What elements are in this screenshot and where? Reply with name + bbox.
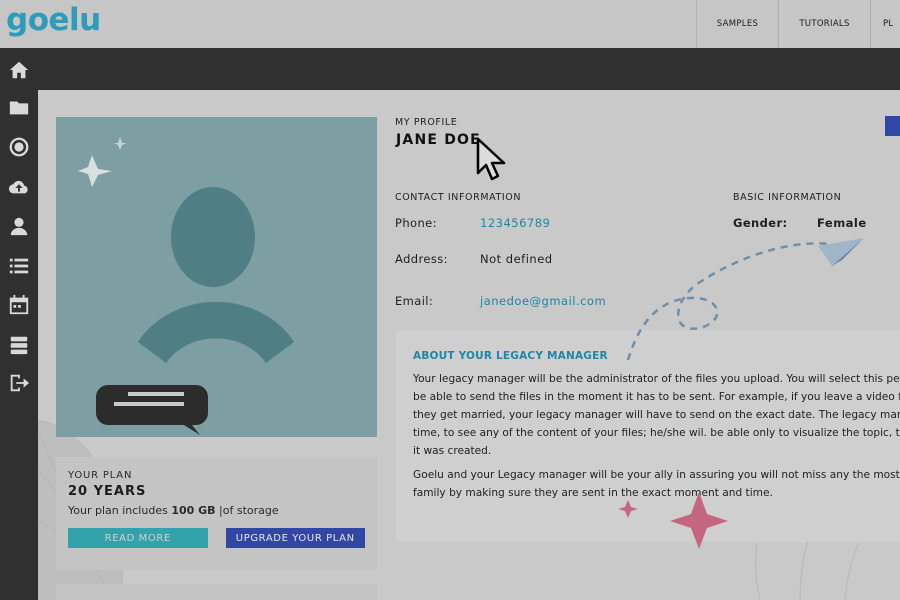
legacy-line: they get married, your legacy manager wi…: [413, 409, 900, 421]
home-icon[interactable]: [7, 58, 31, 82]
logout-icon[interactable]: [7, 371, 31, 395]
paper-plane-icon: [818, 238, 864, 266]
contact-info-label: CONTACT INFORMATION: [395, 192, 522, 203]
upgrade-plan-button[interactable]: UPGRADE YOUR PLAN: [225, 528, 365, 548]
plan-description: Your plan includes 100 GB |of storage: [68, 504, 365, 517]
toolbar-strip: [0, 48, 900, 90]
plan-label: YOUR PLAN: [68, 470, 133, 481]
cloud-upload-icon[interactable]: [7, 175, 31, 199]
sparkle-icon: [78, 155, 112, 187]
top-nav: SAMPLES TUTORIALS PL: [696, 0, 900, 48]
basic-info-label: BASIC INFORMATION: [733, 192, 842, 203]
plan-storage: 100 GB: [171, 504, 216, 517]
legacy-line: Goelu and your Legacy manager will be yo…: [413, 469, 900, 481]
folder-icon[interactable]: [7, 95, 31, 119]
email-value[interactable]: janedoe@gmail.com: [480, 294, 606, 308]
read-more-button[interactable]: READ MORE: [68, 528, 208, 548]
gender-label: Gender:: [733, 216, 788, 230]
legacy-paragraph-2: Goelu and your Legacy manager will be yo…: [413, 466, 900, 502]
legacy-line: family by making sure they are sent in t…: [413, 487, 773, 499]
legacy-line: Your legacy manager will be the administ…: [413, 373, 900, 385]
nav-tutorials[interactable]: TUTORIALS: [778, 0, 870, 48]
legacy-manager-box: ABOUT YOUR LEGACY MANAGER Your legacy ma…: [396, 330, 900, 542]
profile-name: JANE DOE: [396, 132, 481, 148]
record-icon[interactable]: [7, 135, 31, 159]
legacy-line: time, to see any of the content of your …: [413, 427, 900, 439]
plan-desc-suffix: |of storage: [215, 504, 279, 517]
nav-plans[interactable]: PL: [870, 0, 900, 48]
mouse-cursor-icon: [476, 137, 506, 181]
storage-icon[interactable]: [7, 333, 31, 357]
profile-section-label: MY PROFILE: [395, 117, 458, 128]
sidebar: [0, 48, 38, 600]
user-icon[interactable]: [7, 214, 31, 238]
secondary-card: [56, 584, 377, 600]
plan-term: 20 YEARS: [68, 484, 147, 499]
legacy-line: it was created.: [413, 445, 492, 457]
address-label: Address:: [395, 252, 448, 266]
legacy-line: be able to send the files in the moment …: [413, 391, 900, 403]
list-icon[interactable]: [7, 254, 31, 278]
plan-card: YOUR PLAN 20 YEARS Your plan includes 10…: [56, 457, 377, 570]
calendar-icon[interactable]: [7, 293, 31, 317]
phone-label: Phone:: [395, 216, 437, 230]
legacy-title: ABOUT YOUR LEGACY MANAGER: [413, 350, 608, 362]
legacy-paragraph-1: Your legacy manager will be the administ…: [413, 370, 900, 460]
plan-desc-prefix: Your plan includes: [68, 504, 172, 517]
sparkle-small-icon: [114, 137, 127, 150]
top-header: goelu SAMPLES TUTORIALS PL: [0, 0, 900, 48]
plan-buttons: READ MORE UPGRADE YOUR PLAN: [68, 528, 365, 548]
edit-profile-button[interactable]: [885, 116, 900, 136]
phone-value[interactable]: 123456789: [480, 216, 550, 230]
address-value: Not defined: [480, 252, 553, 266]
gender-value: Female: [817, 216, 867, 230]
profile-avatar: [56, 117, 377, 437]
goelu-logo[interactable]: goelu: [6, 2, 101, 38]
nav-samples[interactable]: SAMPLES: [696, 0, 778, 48]
email-label: Email:: [395, 294, 434, 308]
